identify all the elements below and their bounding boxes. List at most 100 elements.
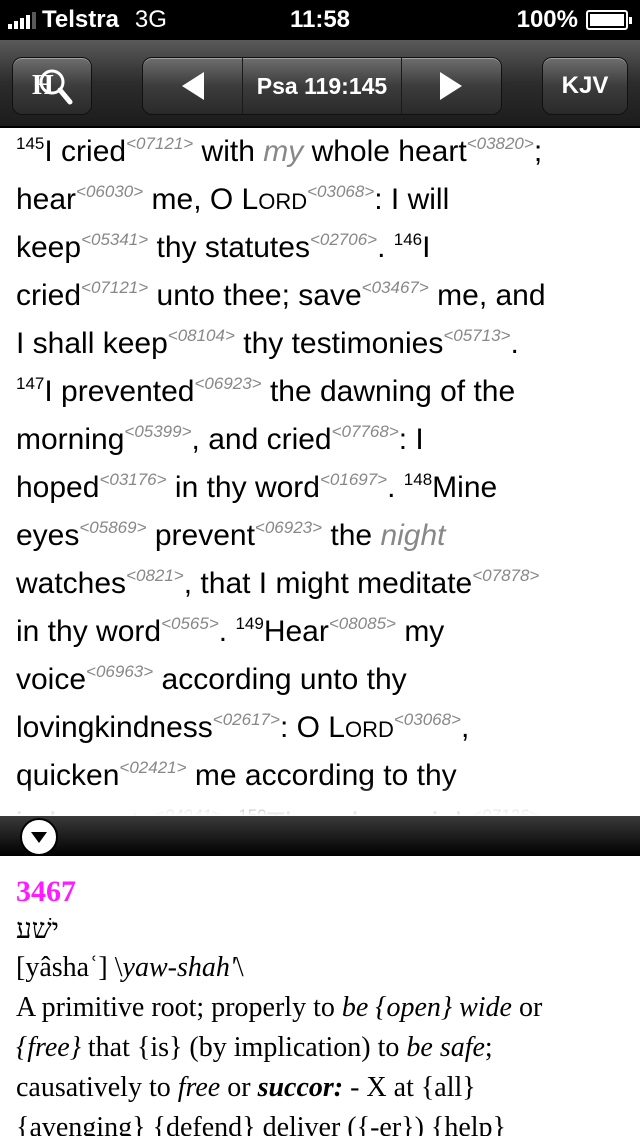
definition-text: {avenging} {defend} deliver ({-er}) {hel… (16, 1112, 506, 1136)
verse-text: : I (398, 423, 424, 456)
verse-number: 147 (16, 374, 45, 393)
strongs-link[interactable]: <05341> (81, 230, 148, 249)
reference-selector: Psa 119:145 (142, 57, 502, 115)
verse-text: I cried (44, 135, 127, 168)
small-caps-text: ORD (344, 717, 394, 742)
definition-text: or (220, 1072, 258, 1103)
definition-text: [yâshaʿ] \ (16, 952, 123, 983)
verse-text: Hear (263, 615, 329, 648)
reference-label[interactable]: Psa 119:145 (242, 58, 402, 114)
status-right: 100% (517, 6, 632, 34)
definition-text: - X at {all} (343, 1072, 476, 1103)
definition-text: ; (484, 1032, 493, 1063)
strongs-link[interactable]: <06963> (86, 662, 153, 681)
strongs-link[interactable]: <03068> (394, 710, 461, 729)
strongs-link[interactable]: <06923> (194, 374, 261, 393)
strongs-link[interactable]: <08085> (329, 614, 396, 633)
verse-text: keep (16, 231, 82, 264)
strongs-link[interactable]: <02706> (310, 230, 377, 249)
battery-fill (590, 14, 624, 26)
strongs-link[interactable]: <03820> (467, 134, 534, 153)
definition-text: {free} (16, 1032, 81, 1063)
verse-line: cried<07121> unto thee; save<03467> me, … (16, 272, 546, 320)
strongs-link[interactable]: <0821> (126, 566, 184, 585)
verse-text: hoped (16, 471, 100, 504)
definition: A primitive root; properly to be {open} … (16, 988, 624, 1136)
strongs-link[interactable]: <03176> (99, 470, 166, 489)
verse-line: watches<0821>, that I might meditate<078… (16, 560, 539, 608)
verse-line: 145I cried<07121> with my whole heart<03… (16, 128, 542, 176)
strongs-link[interactable]: <06923> (255, 518, 322, 537)
verse-number: 149 (235, 614, 264, 633)
verse-text: lovingkindness (16, 711, 213, 744)
verse-text: in thy word (16, 615, 162, 648)
strongs-link[interactable]: <01697> (320, 470, 387, 489)
hebrew-word: ישׁע (16, 914, 60, 945)
strongs-number: 3467 (16, 875, 76, 908)
strongs-link[interactable]: <02617> (213, 710, 280, 729)
right-triangle-icon (440, 72, 463, 100)
strongs-link[interactable]: <0565> (161, 614, 219, 633)
verse-number: 146 (393, 230, 423, 249)
strongs-link[interactable]: <07121> (126, 134, 193, 153)
lexicon-panel[interactable]: 3467 ישׁע [yâshaʿ] \yaw-shah'\ A primiti… (0, 856, 640, 1136)
strongs-link[interactable]: <03467> (362, 278, 429, 297)
verse-line: 147I prevented<06923> the dawning of the (16, 368, 515, 416)
strongs-link[interactable]: <05399> (124, 422, 191, 441)
strongs-link[interactable]: <08104> (168, 326, 235, 345)
previous-verse-button[interactable] (143, 58, 242, 114)
verse-line: in thy word<0565>. 149Hear<08085> my (16, 608, 444, 656)
verse-text: Mine (432, 471, 498, 504)
panel-divider (0, 816, 640, 856)
strongs-link[interactable]: <07768> (332, 422, 399, 441)
verse-text: , and cried (191, 423, 332, 456)
verse-text: watches (16, 567, 127, 600)
strongs-link[interactable]: <03068> (307, 182, 374, 201)
verse-text: according unto thy (153, 663, 407, 696)
verse-text: the (322, 519, 381, 552)
definition-line: causatively to free or succor: - X at {a… (16, 1068, 624, 1108)
definition-text: succor: (257, 1072, 344, 1103)
definition-text: free (177, 1072, 221, 1103)
verse-text: , (461, 711, 470, 744)
verse-number: 145 (16, 134, 45, 153)
verse-text: my (395, 615, 445, 648)
strongs-link[interactable]: <05713> (443, 326, 510, 345)
italic-word: night (380, 519, 446, 552)
definition-line: {avenging} {defend} deliver ({-er}) {hel… (16, 1108, 624, 1136)
verse-text: . (387, 471, 404, 504)
navigation-bar: H Psa 119:145 KJV (0, 40, 640, 128)
strongs-link[interactable]: <07121> (81, 278, 148, 297)
definition-text: causatively to (16, 1072, 178, 1103)
verse-text: ; (533, 135, 543, 168)
strongs-link[interactable]: <02421> (119, 758, 186, 777)
status-bar: Telstra 3G 11:58 100% (0, 0, 640, 40)
search-button[interactable]: H (12, 57, 92, 115)
strongs-link[interactable]: <07878> (472, 566, 539, 585)
text-fade (0, 784, 640, 816)
verse-text: . (218, 615, 236, 648)
verse-number: 148 (403, 470, 433, 489)
strongs-link[interactable]: <06030> (76, 182, 143, 201)
definition-text: A primitive root; properly to (16, 992, 342, 1023)
small-caps-text: ORD (258, 189, 308, 214)
strongs-link[interactable]: <05869> (79, 518, 146, 537)
verse-text: unto thee; save (148, 279, 362, 312)
verse-text: whole heart (303, 135, 467, 168)
verse-text: thy testimonies (234, 327, 444, 360)
verse-text: , that I might meditate (183, 567, 473, 600)
verse-text: in thy word (166, 471, 320, 504)
verse-line: hoped<03176> in thy word<01697>. 148Mine (16, 464, 497, 512)
verse-text: I shall keep (16, 327, 168, 360)
book-search-icon: H (32, 69, 73, 105)
version-button[interactable]: KJV (542, 57, 628, 115)
verse-text: voice (16, 663, 87, 696)
verse-text: . (510, 327, 519, 360)
verse-text: : O L (279, 711, 345, 744)
next-verse-button[interactable] (402, 58, 501, 114)
scripture-text[interactable]: 145I cried<07121> with my whole heart<03… (0, 128, 640, 816)
verse-line: lovingkindness<02617>: O LORD<03068>, (16, 704, 469, 754)
collapse-lexicon-button[interactable] (20, 818, 58, 856)
verse-line: voice<06963> according unto thy (16, 656, 407, 704)
definition-text: or (511, 992, 543, 1023)
